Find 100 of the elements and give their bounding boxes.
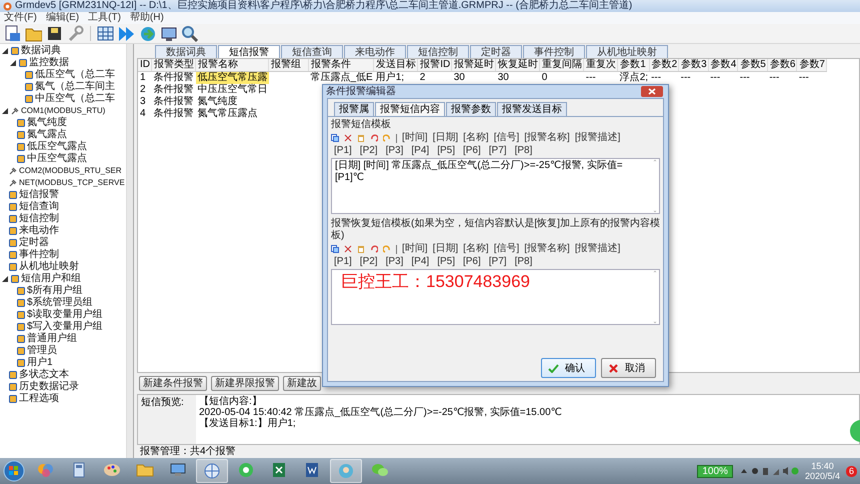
confirm-button[interactable]: 确认 — [541, 358, 596, 378]
copy-icon[interactable] — [331, 245, 339, 253]
tree-item[interactable]: 监控数据 — [29, 57, 69, 69]
clipboard-icon[interactable] — [357, 245, 365, 253]
action-button[interactable]: 新建界限报警 — [211, 376, 279, 391]
tree-item[interactable]: 低压空气（总二车 — [35, 69, 115, 81]
scrollbar[interactable] — [652, 270, 658, 324]
text-area[interactable]: 巨控王工：15307483969 — [331, 269, 660, 325]
token-link[interactable]: [P1] — [334, 256, 352, 268]
tree-item[interactable]: 事件控制 — [19, 249, 59, 261]
text-area[interactable]: [日期] [时间] 常压露点_低压空气(总二分厂)>=-25℃报警, 实际值=[P1]℃ — [331, 158, 660, 214]
column-header[interactable]: 参数7 — [796, 59, 826, 72]
tree-item[interactable]: 短信报警 — [19, 189, 59, 201]
column-header[interactable]: 恢复延时 — [496, 59, 540, 72]
column-header[interactable]: 参数6 — [767, 59, 797, 72]
tray-icons-drawing[interactable] — [738, 466, 799, 476]
column-header[interactable]: 发送目标 — [374, 59, 418, 72]
monitor-icon[interactable] — [160, 25, 177, 42]
tree-item[interactable]: 用户1 — [27, 357, 53, 369]
column-header[interactable]: 参数5 — [738, 59, 768, 72]
tree-item[interactable]: 氮气纯度 — [27, 117, 67, 129]
tree-item[interactable]: 氮气露点 — [27, 129, 67, 141]
tree-item[interactable]: NET(MODBUS_TCP_SERVE — [19, 177, 125, 189]
scissors-icon[interactable] — [344, 134, 352, 142]
tree-item[interactable]: 氮气（总二车间主 — [35, 81, 115, 93]
token-link[interactable]: [报警描述] — [574, 243, 620, 255]
token-link[interactable]: [P7] — [488, 256, 507, 268]
tab[interactable]: 短信查询 — [281, 45, 343, 58]
redo-icon[interactable] — [383, 245, 391, 253]
token-link[interactable]: [P2] — [360, 145, 378, 157]
token-link[interactable]: [报警描述] — [574, 132, 620, 144]
tree-item[interactable]: COM1(MODBUS_RTU) — [21, 105, 106, 117]
tab[interactable]: 报警参数 — [446, 102, 496, 116]
tree-item[interactable]: $读取变量用户组 — [27, 309, 103, 321]
search-icon[interactable] — [181, 25, 198, 42]
column-header[interactable]: 报警ID — [418, 59, 452, 72]
close-icon[interactable] — [641, 86, 663, 97]
tab[interactable]: 短信报警 — [218, 45, 280, 58]
token-link[interactable]: [P3] — [386, 256, 404, 268]
column-header[interactable]: ID — [138, 59, 152, 72]
grid-icon[interactable] — [97, 25, 114, 42]
tree-item[interactable]: 中压空气（总二车 — [35, 93, 115, 105]
expander-icon[interactable] — [2, 48, 8, 54]
tree-item[interactable]: 来电动作 — [19, 225, 59, 237]
browser-icon[interactable] — [236, 460, 256, 480]
token-link[interactable]: [名称] — [463, 132, 489, 144]
column-header[interactable]: 重复次 — [584, 59, 618, 72]
scrollbar[interactable] — [652, 159, 658, 213]
cancel-button[interactable]: 取消 — [601, 358, 656, 378]
column-header[interactable]: 参数1 — [618, 59, 650, 72]
token-link[interactable]: [P7] — [488, 145, 507, 157]
token-link[interactable]: [时间] — [402, 243, 428, 255]
tree-item[interactable]: 短信用户和组 — [21, 273, 81, 285]
token-link[interactable]: [P5] — [437, 256, 455, 268]
tree-item[interactable]: 短信控制 — [19, 213, 59, 225]
new-file-icon[interactable] — [4, 25, 21, 42]
token-link[interactable]: [报警名称] — [524, 243, 570, 255]
tab[interactable]: 短信控制 — [407, 45, 469, 58]
token-link[interactable]: [P2] — [360, 256, 378, 268]
tree-item[interactable]: 管理员 — [27, 345, 57, 357]
tree-item[interactable]: 短信查询 — [19, 201, 59, 213]
tree-item[interactable]: 定时器 — [19, 237, 49, 249]
tree-item[interactable]: $所有用户组 — [27, 285, 83, 297]
tab[interactable]: 事件控制 — [523, 45, 585, 58]
column-header[interactable]: 重复间隔 — [540, 59, 584, 72]
expander-icon[interactable] — [2, 108, 8, 114]
undo-icon[interactable] — [370, 245, 378, 253]
scissors-icon[interactable] — [344, 245, 352, 253]
tab[interactable]: 定时器 — [470, 45, 522, 58]
column-header[interactable]: 报警条件 — [308, 59, 374, 72]
column-header[interactable]: 报警组 — [268, 59, 308, 72]
undo-icon[interactable] — [370, 134, 378, 142]
token-link[interactable]: [P8] — [514, 256, 532, 268]
tree-item[interactable]: $写入变量用户组 — [27, 321, 103, 333]
action-button[interactable]: 新建故 — [283, 376, 321, 391]
token-link[interactable]: [P6] — [462, 145, 481, 157]
column-header[interactable]: 参数3 — [678, 59, 708, 72]
tree-item[interactable]: 中压空气露点 — [27, 153, 87, 165]
token-link[interactable]: [时间] — [402, 132, 428, 144]
token-link[interactable]: [P5] — [437, 145, 455, 157]
column-header[interactable]: 报警类型 — [152, 59, 196, 72]
tab[interactable]: 数据词典 — [155, 45, 217, 58]
tree-item[interactable]: 工程选项 — [19, 393, 59, 405]
tab[interactable]: 报警短信内容 — [375, 102, 445, 116]
tree-item[interactable]: 历史数据记录 — [19, 381, 79, 393]
menu-item[interactable]: 帮助(H) — [130, 12, 164, 24]
token-link[interactable]: [名称] — [463, 243, 489, 255]
token-link[interactable]: [P4] — [411, 256, 430, 268]
tree-item[interactable]: 低压空气露点 — [27, 141, 87, 153]
tree-item[interactable]: 普通用户组 — [27, 333, 77, 345]
column-header[interactable]: 参数4 — [708, 59, 738, 72]
token-link[interactable]: [日期] — [432, 132, 458, 144]
menu-item[interactable]: 编辑(E) — [46, 12, 80, 24]
expander-icon[interactable] — [10, 60, 16, 66]
token-link[interactable]: [P1] — [334, 145, 352, 157]
notification-badge[interactable]: 6 — [846, 466, 857, 476]
tree-item[interactable]: 从机地址映射 — [19, 261, 79, 273]
copy-icon[interactable] — [331, 134, 339, 142]
globe-icon[interactable] — [202, 461, 222, 481]
start-button-icon[interactable] — [3, 460, 25, 482]
